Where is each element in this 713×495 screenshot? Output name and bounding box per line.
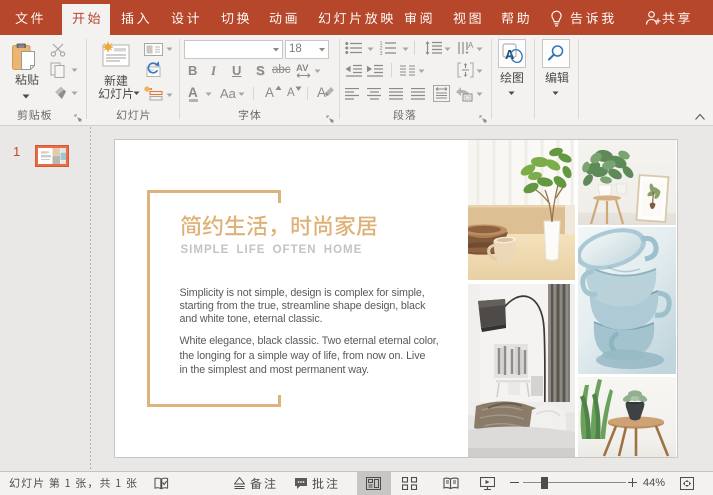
svg-text:3: 3 bbox=[380, 51, 383, 56]
svg-text:A: A bbox=[468, 41, 474, 50]
svg-text:AV: AV bbox=[296, 63, 309, 74]
svg-text:A: A bbox=[505, 47, 515, 62]
